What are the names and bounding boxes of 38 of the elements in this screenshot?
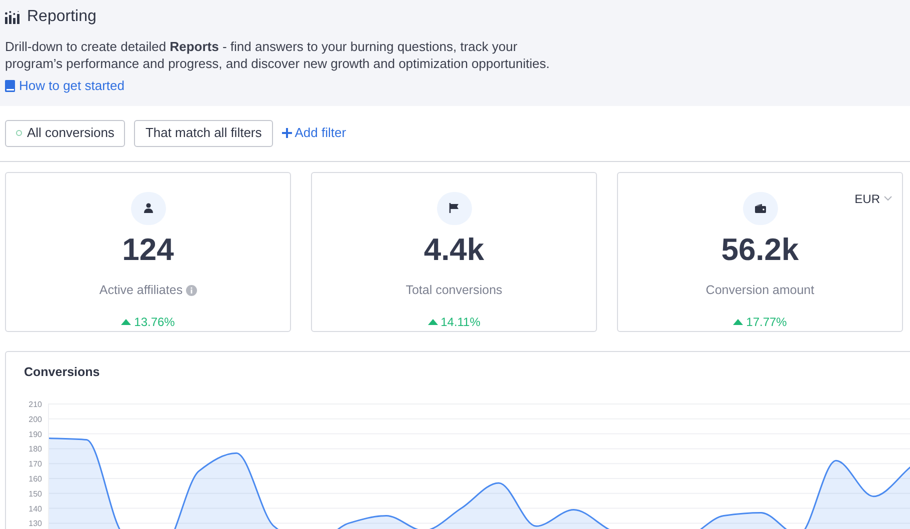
y-tick-label: 150 — [28, 490, 42, 499]
y-tick-label: 140 — [28, 504, 42, 514]
up-triangle-icon — [428, 318, 438, 324]
add-filter-button[interactable]: Add filter — [282, 123, 346, 143]
plus-icon — [282, 128, 292, 138]
wallet-icon — [754, 204, 766, 213]
y-tick-label: 180 — [28, 444, 42, 454]
y-tick-label: 210 — [28, 400, 42, 410]
stat-value: 124 — [122, 232, 174, 268]
person-icon — [144, 203, 152, 214]
up-triangle-icon — [121, 318, 132, 324]
filter-button[interactable]: That match all filters — [134, 120, 273, 146]
currency-dropdown[interactable]: EUR — [854, 190, 892, 208]
how-to-link[interactable]: How to get started — [19, 76, 124, 96]
stat-label: Total conversions — [406, 282, 502, 299]
y-tick-label: 170 — [28, 460, 42, 469]
flag-icon — [449, 203, 459, 214]
info-icon[interactable] — [186, 284, 197, 296]
stat-change: 13.76% — [134, 314, 175, 330]
stat-label: Conversion amount — [706, 282, 814, 299]
book-icon — [5, 80, 15, 92]
page-description: Drill-down to create detailed Reports - find answers to your burning questions, track your program’s performance and progress, and discover new growth and optimization opportunities. — [5, 38, 551, 72]
stat-change: 17.77% — [746, 314, 787, 330]
filter-button[interactable]: All conversions — [5, 120, 126, 146]
y-tick-label: 190 — [28, 430, 42, 440]
bar-chart-icon — [5, 10, 20, 24]
y-tick-label: 130 — [28, 519, 42, 528]
up-triangle-icon — [733, 318, 744, 324]
page-title: Reporting — [27, 7, 96, 27]
chevron-down-icon — [884, 196, 892, 201]
stat-value: 56.2k — [721, 232, 799, 268]
stat-change: 14.11% — [440, 314, 480, 330]
y-tick-label: 160 — [28, 474, 42, 484]
status-dot-icon — [16, 130, 22, 136]
stat-label: Active affiliates — [99, 282, 183, 299]
chart-title: Conversions — [24, 364, 101, 380]
stat-value: 4.4k — [424, 232, 484, 268]
y-tick-label: 200 — [28, 415, 42, 424]
